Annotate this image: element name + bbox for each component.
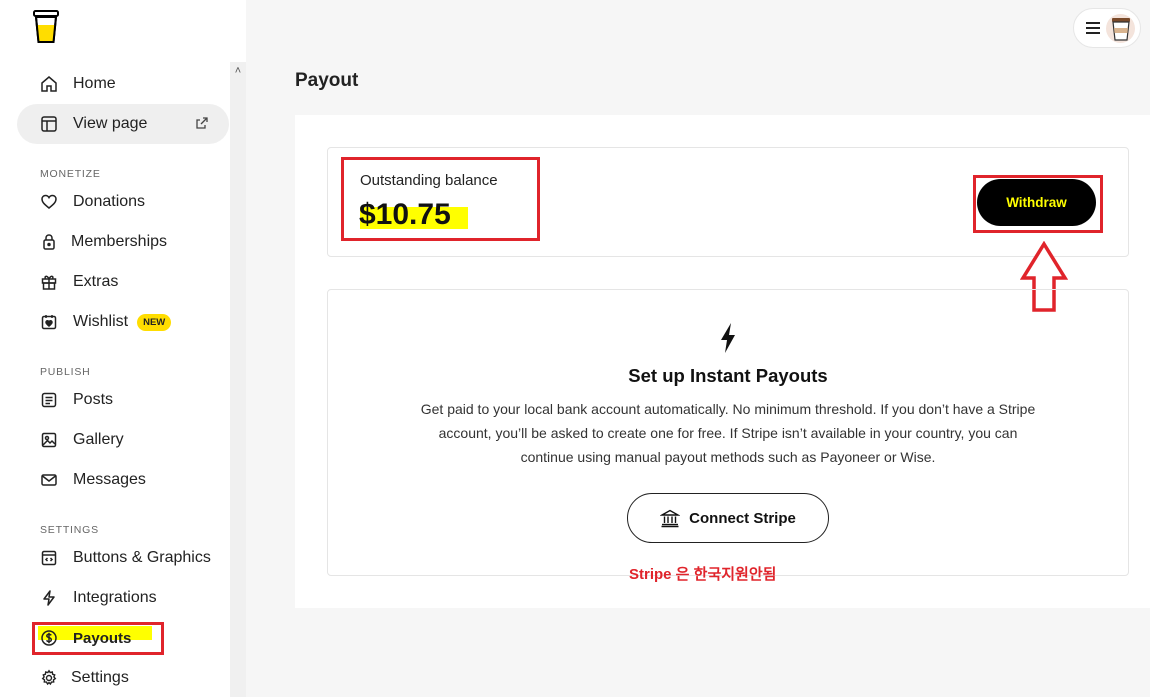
sidebar-item-label: Donations	[73, 193, 146, 210]
scroll-up-arrow-icon[interactable]: ˄	[233, 66, 243, 77]
section-label-monetize: MONETIZE	[40, 168, 101, 180]
bank-icon	[660, 509, 681, 528]
heart-icon	[39, 192, 59, 212]
payouts-annotation-box	[32, 622, 164, 655]
sidebar-item-label: Messages	[73, 471, 146, 488]
connect-stripe-button[interactable]: Connect Stripe	[627, 493, 829, 543]
sidebar-item-buttons-graphics[interactable]: Buttons & Graphics	[17, 538, 229, 578]
avatar	[1106, 14, 1135, 43]
sidebar-item-memberships[interactable]: Memberships	[17, 222, 229, 262]
setup-description: Get paid to your local bank account auto…	[420, 401, 1036, 465]
sidebar-item-label: Wishlist	[73, 313, 129, 330]
external-link-icon	[196, 117, 208, 129]
hamburger-menu-icon	[1086, 22, 1100, 34]
sidebar-item-settings[interactable]: Settings	[17, 658, 229, 697]
sidebar-item-label: Home	[73, 75, 116, 92]
lightning-bolt-icon	[721, 323, 735, 353]
bolt-icon	[39, 588, 59, 608]
withdraw-annotation-box	[973, 175, 1103, 233]
image-icon	[39, 430, 59, 450]
stripe-annotation-note: Stripe 은 한국지원안됨	[629, 566, 777, 583]
document-icon	[39, 390, 59, 410]
calendar-heart-icon	[39, 312, 59, 332]
sidebar-item-donations[interactable]: Donations	[17, 182, 229, 222]
coffee-cup-logo[interactable]	[33, 10, 59, 44]
page-title: Payout	[295, 70, 359, 91]
sidebar-item-label: Settings	[71, 669, 129, 686]
sidebar-item-view-page[interactable]: View page	[17, 104, 229, 144]
sidebar-item-gallery[interactable]: Gallery	[17, 420, 229, 460]
sidebar-item-extras[interactable]: Extras	[17, 262, 229, 302]
sidebar-item-messages[interactable]: Messages	[17, 460, 229, 500]
sidebar-item-label: Memberships	[71, 233, 168, 250]
sidebar-item-label: Posts	[73, 391, 114, 408]
home-icon	[39, 74, 59, 94]
sidebar-item-label: View page	[73, 115, 148, 132]
layout-icon	[39, 114, 59, 134]
sidebar-item-label: Gallery	[73, 431, 124, 448]
lock-icon	[39, 232, 59, 252]
connect-stripe-label: Connect Stripe	[689, 509, 796, 527]
sidebar: ˄ Home View page MONETIZE Donations Memb…	[0, 0, 246, 697]
sidebar-item-home[interactable]: Home	[17, 64, 229, 104]
sidebar-item-label: Extras	[73, 273, 119, 290]
code-window-icon	[39, 548, 59, 568]
setup-title: Set up Instant Payouts	[628, 365, 828, 386]
sidebar-item-label: Integrations	[73, 589, 157, 606]
section-label-settings: SETTINGS	[40, 524, 99, 536]
section-label-publish: PUBLISH	[40, 366, 91, 378]
sidebar-scrollbar[interactable]	[230, 62, 246, 697]
mail-icon	[39, 470, 59, 490]
sidebar-item-wishlist[interactable]: Wishlist NEW	[17, 302, 229, 342]
new-badge: NEW	[137, 313, 172, 331]
sidebar-item-posts[interactable]: Posts	[17, 380, 229, 420]
account-menu-button[interactable]	[1073, 8, 1141, 48]
sidebar-item-label: Buttons & Graphics	[73, 549, 211, 566]
gear-icon	[39, 668, 59, 688]
sidebar-item-integrations[interactable]: Integrations	[17, 578, 229, 618]
balance-annotation-box	[341, 157, 540, 241]
gift-icon	[39, 272, 59, 292]
